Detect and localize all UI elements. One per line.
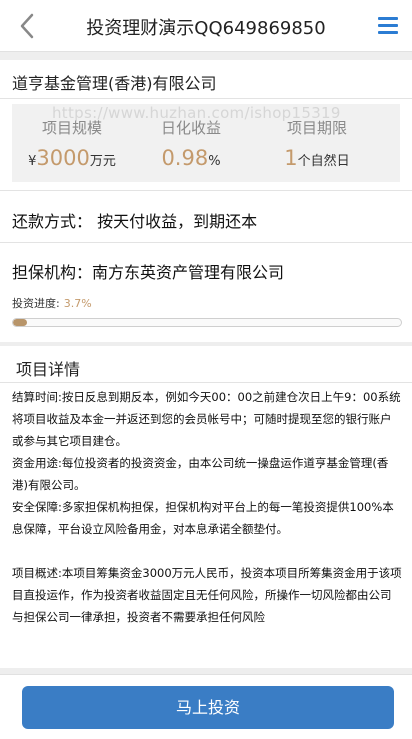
stat-scale-unit: 万元 [89,154,116,169]
guarantor-org: 担保机构：南方东英资产管理有限公司 [12,263,285,282]
stat-yield-label: 日化收益 [160,119,221,137]
company-name: 道亨基金管理(香港)有限公司 [12,74,217,93]
stat-yield: 日化收益 0.98% [146,117,236,170]
divider [0,190,412,191]
details-heading: 项目详情 [16,360,81,379]
chevron-left-icon [20,13,34,39]
progress-bar [12,318,402,327]
divider [0,242,412,243]
stat-term-unit: 个自然日 [297,154,350,169]
stat-scale-value: 3000 [36,146,90,170]
stat-scale: 项目规模 ¥3000万元 [26,117,118,170]
details-body: 结算时间:按日反息到期反本，例如今天00：00之前建仓次日上午9：00系统将项目… [12,386,402,628]
stat-yield-unit: % [208,154,221,169]
detail-overview: 项目概述:本项目筹集资金3000万元人民币，投资本项目所筹集资金用于该项目直投运… [12,566,402,624]
stats-panel: https://www.huzhan.com/ishop15319 项目规模 ¥… [12,104,400,182]
detail-security: 安全保障:多家担保机构担保，担保机构对平台上的每一笔投资提供100%本息保障，平… [12,500,394,536]
project-summary-card: 道亨基金管理(香港)有限公司 https://www.huzhan.com/is… [0,60,412,342]
repayment-method: 还款方式： 按天付收益，到期还本 [12,212,258,231]
divider [0,98,412,99]
app-header: 投资理财演示QQ649869850 [0,0,412,52]
progress-percent: 3.7% [63,297,92,310]
detail-fund-usage: 资金用途:每位投资者的投资资金，由本公司统一操盘运作道亨基金管理(香港)有限公司… [12,456,389,492]
detail-settlement: 结算时间:按日反息到期反本，例如今天00：00之前建仓次日上午9：00系统将项目… [12,390,401,448]
hamburger-menu-icon[interactable] [378,17,398,35]
stat-scale-label: 项目规模 [41,119,102,137]
page-title: 投资理财演示QQ649869850 [86,18,326,39]
stat-term-value: 1 [284,146,298,170]
invest-now-button[interactable]: 马上投资 [22,686,394,729]
progress-fill [13,319,28,326]
progress-label: 投资进度: 3.7% [12,297,92,310]
divider [0,382,412,383]
back-button[interactable] [14,9,42,43]
stat-yield-value: 0.98 [161,146,209,170]
project-details-card: 项目详情 结算时间:按日反息到期反本，例如今天00：00之前建仓次日上午9：00… [0,346,412,668]
stat-term-label: 项目期限 [286,119,347,137]
footer-bar: 马上投资 [0,674,412,739]
stat-term: 项目期限 1个自然日 [262,117,372,170]
